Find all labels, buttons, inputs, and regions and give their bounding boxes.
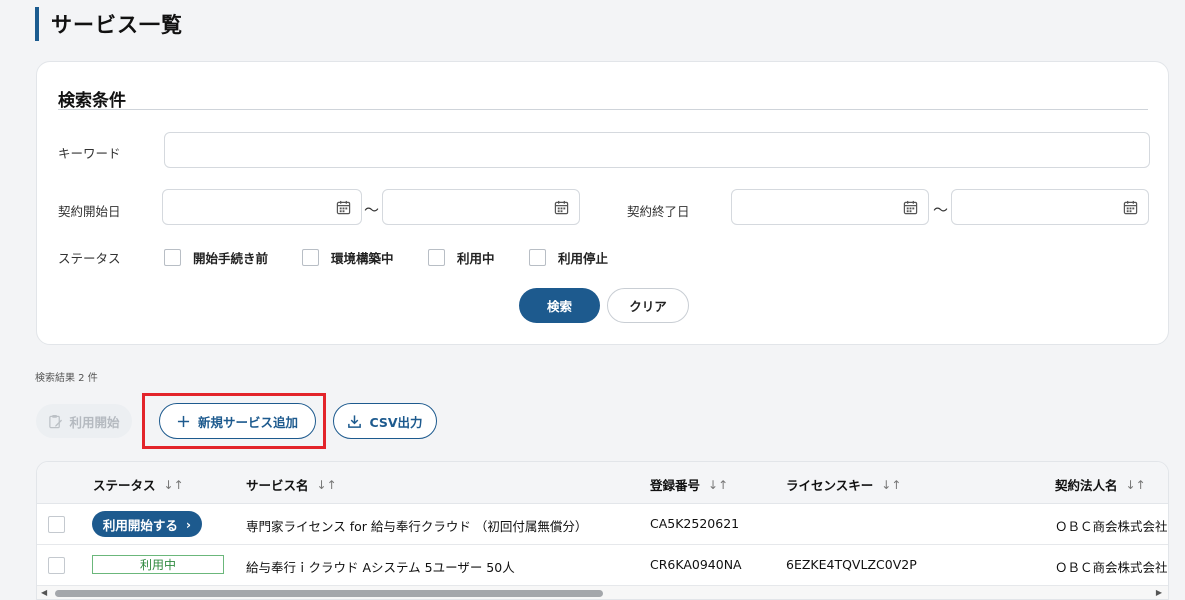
plus-icon xyxy=(177,415,190,427)
calendar-icon[interactable] xyxy=(554,200,569,215)
keyword-input[interactable] xyxy=(164,132,1150,168)
add-service-button[interactable]: 新規サービス追加 xyxy=(159,403,316,439)
checkbox-label: 利用中 xyxy=(457,251,495,266)
page-title: サービス一覧 xyxy=(51,13,183,37)
status-option-in-use[interactable]: 利用中 xyxy=(428,248,495,267)
status-badge: 利用中 xyxy=(92,555,224,574)
row-checkbox[interactable] xyxy=(48,516,65,533)
date-range-separator: 〜 xyxy=(933,201,949,219)
checkbox-label: 利用停止 xyxy=(558,251,609,266)
status-option-stopped[interactable]: 利用停止 xyxy=(529,248,608,267)
end-date-to-input[interactable] xyxy=(951,189,1149,225)
col-header-reg-no[interactable]: 登録番号 ↓↑ xyxy=(650,475,728,494)
start-use-row-button[interactable]: 利用開始する › xyxy=(92,511,202,537)
checkbox-label: 環境構築中 xyxy=(331,251,394,266)
contract-start-label: 契約開始日 xyxy=(58,204,121,219)
col-header-service-name[interactable]: サービス名 ↓↑ xyxy=(246,475,337,494)
add-service-label: 新規サービス追加 xyxy=(197,414,298,430)
col-header-label: ライセンスキー xyxy=(786,478,874,493)
table-row: 利用中 給与奉行ｉクラウド Aシステム 5ユーザー 50人 CR6KA0940N… xyxy=(37,545,1168,586)
page-title-bar: サービス一覧 xyxy=(35,7,183,41)
cell-reg-no: CR6KA0940NA xyxy=(650,557,742,572)
col-header-label: 登録番号 xyxy=(650,478,701,493)
col-header-label: ステータス xyxy=(93,478,156,493)
scrollbar-thumb[interactable] xyxy=(55,590,603,597)
calendar-icon[interactable] xyxy=(903,200,918,215)
cell-reg-no: CA5K2520621 xyxy=(650,516,740,531)
sort-icon[interactable]: ↓↑ xyxy=(1126,478,1146,492)
search-heading: 検索条件 xyxy=(58,86,1148,111)
start-use-button[interactable]: 利用開始 xyxy=(36,404,132,438)
status-label: ステータス xyxy=(58,251,121,266)
sort-icon[interactable]: ↓↑ xyxy=(881,478,901,492)
sort-icon[interactable]: ↓↑ xyxy=(708,478,728,492)
keyword-label: キーワード xyxy=(58,146,121,161)
table-row: 利用開始する › 専門家ライセンス for 給与奉行クラウド （初回付属無償分）… xyxy=(37,504,1168,545)
calendar-icon[interactable] xyxy=(1123,200,1138,215)
chevron-right-icon: › xyxy=(185,516,192,532)
clear-button[interactable]: クリア xyxy=(607,288,689,323)
col-header-status[interactable]: ステータス ↓↑ xyxy=(93,475,184,494)
horizontal-scrollbar[interactable]: ◀ ▶ xyxy=(37,586,1168,599)
cell-service-name: 給与奉行ｉクラウド Aシステム 5ユーザー 50人 xyxy=(246,560,515,575)
scroll-right-icon[interactable]: ▶ xyxy=(1156,588,1162,597)
search-panel: 検索条件 キーワード 契約開始日 〜 契約終了日 〜 ステータス 開始手続き前 … xyxy=(36,61,1169,345)
cell-license-key: 6EZKE4TQVLZC0V2P xyxy=(786,557,917,572)
checkbox[interactable] xyxy=(164,249,181,266)
csv-export-label: CSV出力 xyxy=(369,414,423,430)
cell-service-name: 専門家ライセンス for 給与奉行クラウド （初回付属無償分） xyxy=(246,519,588,534)
download-icon xyxy=(348,414,362,428)
contract-end-label: 契約終了日 xyxy=(627,204,690,219)
table-header: ステータス ↓↑ サービス名 ↓↑ 登録番号 ↓↑ ライセンスキー ↓↑ 契約法… xyxy=(37,462,1168,504)
col-header-license-key[interactable]: ライセンスキー ↓↑ xyxy=(786,475,901,494)
start-use-label: 利用開始 xyxy=(69,414,120,430)
checkbox[interactable] xyxy=(428,249,445,266)
clipboard-edit-icon xyxy=(49,414,63,428)
calendar-icon[interactable] xyxy=(336,200,351,215)
row-status-label: 利用開始する xyxy=(102,517,178,533)
sort-icon[interactable]: ↓↑ xyxy=(317,478,337,492)
search-button[interactable]: 検索 xyxy=(519,288,600,323)
checkbox[interactable] xyxy=(529,249,546,266)
sort-icon[interactable]: ↓↑ xyxy=(164,478,184,492)
cell-company: ＯＢＣ商会株式会社 xyxy=(1055,560,1168,575)
date-range-separator: 〜 xyxy=(364,201,380,219)
scroll-left-icon[interactable]: ◀ xyxy=(41,588,47,597)
row-checkbox[interactable] xyxy=(48,557,65,574)
checkbox[interactable] xyxy=(302,249,319,266)
status-option-setup[interactable]: 環境構築中 xyxy=(302,248,394,267)
result-count: 検索結果 2 件 xyxy=(35,373,98,384)
end-date-from-input[interactable] xyxy=(731,189,929,225)
csv-export-button[interactable]: CSV出力 xyxy=(333,403,437,439)
status-option-pre-start[interactable]: 開始手続き前 xyxy=(164,248,268,267)
results-table: ステータス ↓↑ サービス名 ↓↑ 登録番号 ↓↑ ライセンスキー ↓↑ 契約法… xyxy=(36,461,1169,600)
col-header-label: サービス名 xyxy=(246,478,309,493)
col-header-company[interactable]: 契約法人名 ↓↑ xyxy=(1055,475,1146,494)
cell-company: ＯＢＣ商会株式会社 xyxy=(1055,519,1168,534)
start-date-to-input[interactable] xyxy=(382,189,580,225)
checkbox-label: 開始手続き前 xyxy=(193,251,269,266)
start-date-from-input[interactable] xyxy=(162,189,362,225)
col-header-label: 契約法人名 xyxy=(1055,478,1118,493)
